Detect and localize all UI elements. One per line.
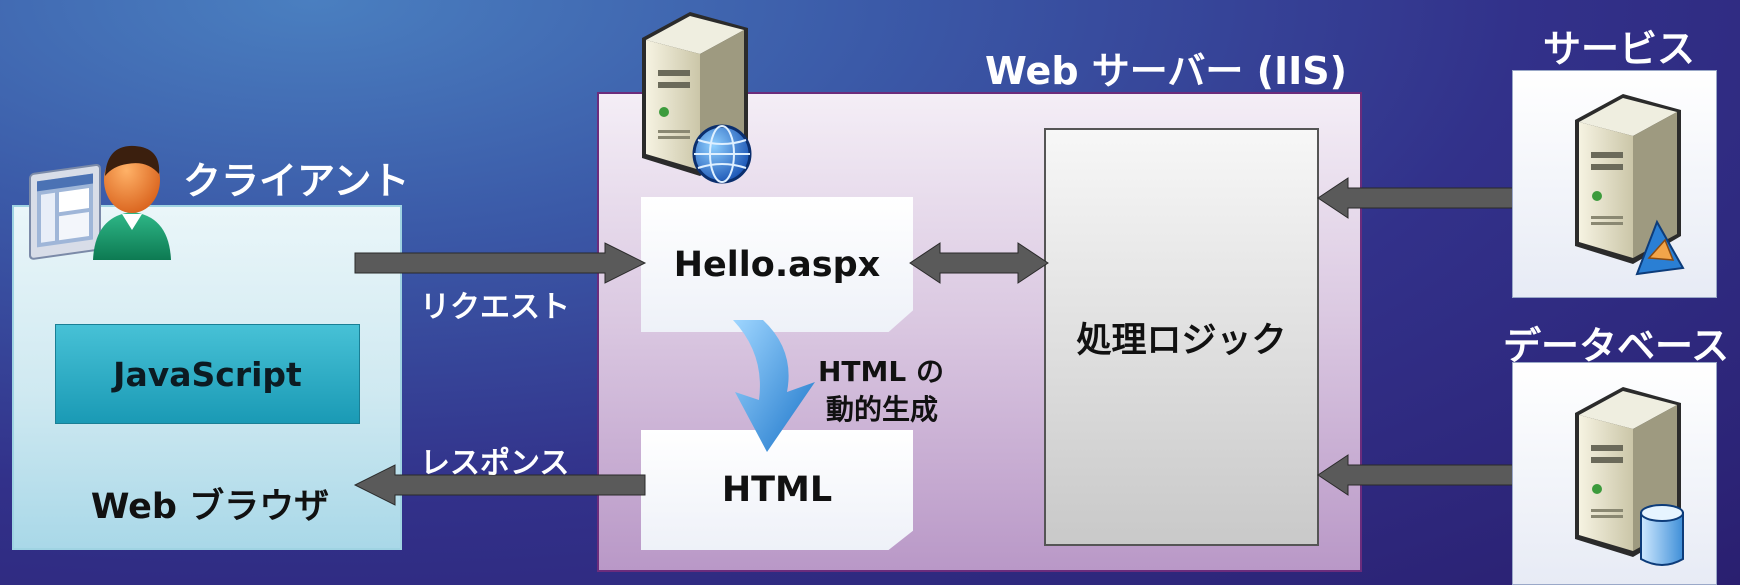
server-globe-icon: [642, 12, 752, 184]
processing-logic: 処理ロジック: [1044, 128, 1319, 546]
logic-database-arrow: [1317, 454, 1544, 496]
server-service-icon: [1575, 94, 1685, 276]
service-title: サービス: [1543, 27, 1696, 71]
generation-label-line1: HTML の: [818, 355, 944, 388]
javascript-box: JavaScript: [55, 324, 360, 424]
hello-aspx-page: Hello.aspx: [641, 197, 913, 332]
server-database-icon: [1575, 387, 1684, 566]
logic-service-arrow: [1317, 177, 1544, 219]
page-logic-arrow: [909, 242, 1049, 284]
browser-label: Web ブラウザ: [90, 487, 330, 527]
request-label: リクエスト: [420, 290, 570, 325]
web-server-title: Web サーバー (IIS): [985, 49, 1347, 93]
request-arrow: [354, 242, 647, 284]
response-label: レスポンス: [420, 446, 570, 481]
user-icon: [93, 145, 171, 260]
client-title: クライアント: [183, 159, 410, 203]
generation-arrow: [733, 320, 815, 452]
generation-label-line2: 動的生成: [826, 393, 939, 426]
